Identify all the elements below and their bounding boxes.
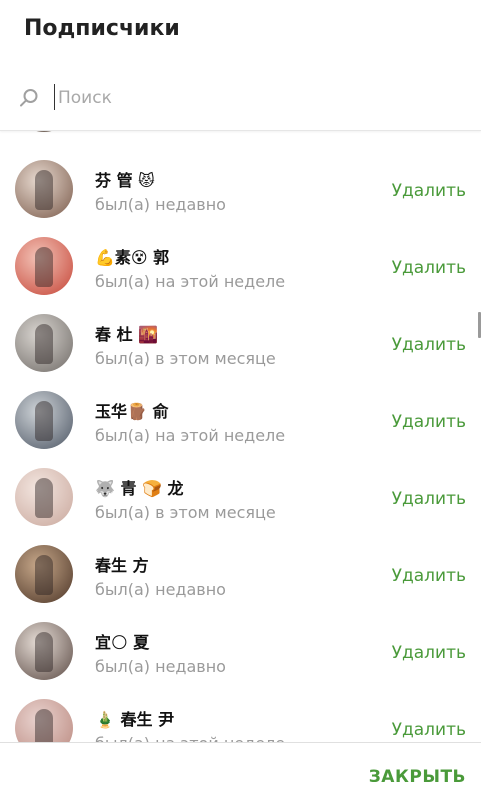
remove-subscriber-button[interactable]: Удалить	[392, 489, 466, 509]
subscriber-name: 春 杜 🌇	[95, 325, 159, 344]
search-icon	[18, 87, 40, 109]
subscriber-row[interactable]: 玉华🪵 俞 был(а) на этой неделе Удалить	[0, 384, 481, 461]
subscriber-row[interactable]: 春 杜 🌇 был(а) в этом месяце Удалить	[0, 307, 481, 384]
subscriber-row[interactable]: 芬 管 😾 был(а) недавно Удалить	[0, 153, 481, 230]
subscriber-name: 玉华🪵 俞	[95, 402, 169, 421]
avatar[interactable]	[15, 391, 73, 449]
last-seen-status: был(а) недавно	[95, 195, 226, 214]
dialog-header: Подписчики	[0, 0, 481, 131]
remove-subscriber-button[interactable]: Удалить	[392, 643, 466, 663]
last-seen-status: был(а) на этой неделе	[95, 734, 285, 742]
subscriber-row[interactable]: 💪素😵 郭 был(а) на этой неделе Удалить	[0, 230, 481, 307]
search-input[interactable]	[58, 86, 438, 110]
last-seen-status: был(а) недавно	[95, 580, 226, 599]
remove-subscriber-button[interactable]: Удалить	[392, 258, 466, 278]
subscriber-name: 芬 管 😾	[95, 171, 155, 190]
subscriber-name: 💪素😵 郭	[95, 248, 170, 267]
subscriber-name: 🎍 春生 尹	[95, 710, 175, 729]
search-bar[interactable]	[16, 84, 456, 114]
last-seen-status: был(а) на этой неделе	[95, 426, 286, 445]
remove-subscriber-button[interactable]: Удалить	[392, 566, 466, 586]
subscriber-list[interactable]: 芬 管 😾 был(а) недавно Удалить 💪素😵 郭 был(а) на…	[0, 130, 481, 742]
text-cursor	[54, 84, 55, 110]
avatar[interactable]	[15, 237, 73, 295]
remove-subscriber-button[interactable]: Удалить	[392, 720, 466, 740]
close-button[interactable]: ЗАКРЫТЬ	[369, 767, 466, 787]
avatar[interactable]	[15, 468, 73, 526]
subscriber-row[interactable]: 🎍 春生 尹 был(а) на этой неделе Удалить	[0, 692, 481, 742]
remove-subscriber-button[interactable]: Удалить	[392, 181, 466, 201]
remove-subscriber-button[interactable]: Удалить	[392, 412, 466, 432]
remove-subscriber-button[interactable]: Удалить	[392, 335, 466, 355]
avatar[interactable]	[15, 314, 73, 372]
dialog-title: Подписчики	[24, 16, 180, 41]
avatar[interactable]	[15, 622, 73, 680]
subscriber-row[interactable]: 🐺 青 🍞 龙 был(а) в этом месяце Удалить	[0, 461, 481, 538]
last-seen-status: был(а) недавно	[95, 657, 226, 676]
subscriber-row[interactable]: 春生 方 был(а) недавно Удалить	[0, 538, 481, 615]
last-seen-status: был(а) на этой неделе	[95, 272, 286, 291]
subscriber-row[interactable]: 宜🌕 夏 был(а) недавно Удалить	[0, 615, 481, 692]
avatar[interactable]	[15, 699, 73, 742]
avatar[interactable]	[15, 545, 73, 603]
subscriber-name: 宜🌕 夏	[95, 633, 150, 652]
avatar[interactable]	[15, 160, 73, 218]
dialog-footer: ЗАКРЫТЬ	[0, 742, 481, 801]
subscriber-name: 春生 方	[95, 556, 149, 575]
subscriber-name: 🐺 青 🍞 龙	[95, 479, 184, 498]
last-seen-status: был(а) в этом месяце	[95, 503, 276, 522]
last-seen-status: был(а) в этом месяце	[95, 349, 276, 368]
